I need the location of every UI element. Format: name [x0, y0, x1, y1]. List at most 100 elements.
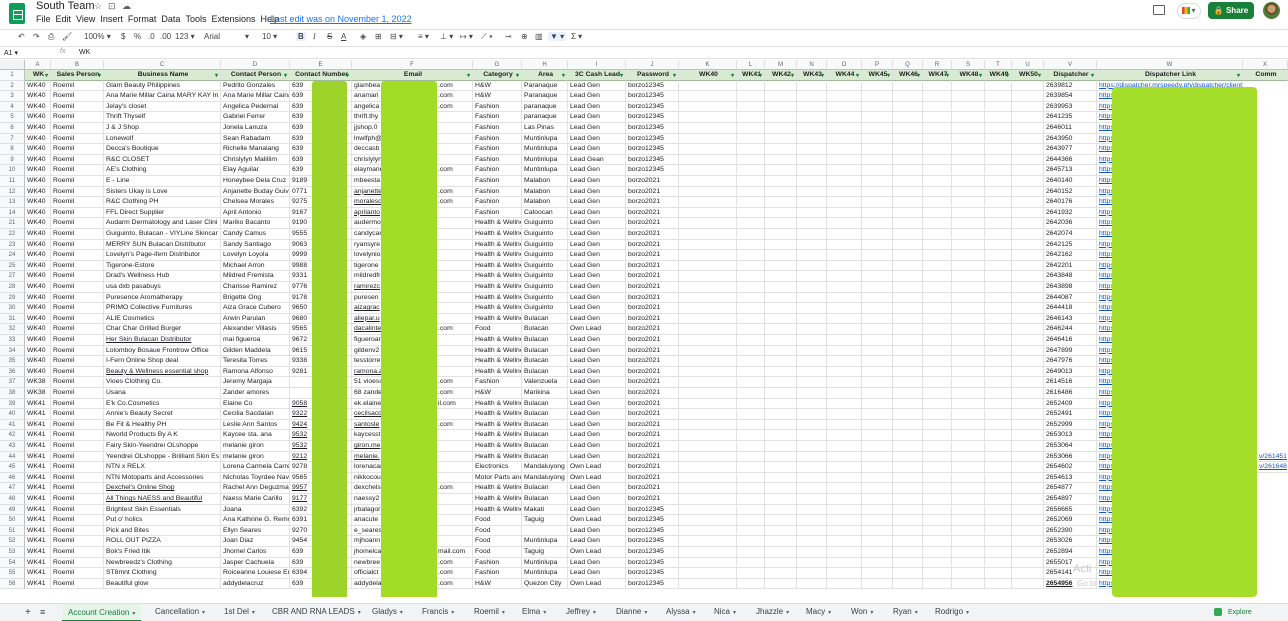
empty-cell[interactable] — [985, 197, 1012, 208]
empty-cell[interactable] — [893, 176, 923, 187]
cell-pw[interactable]: borzo12345 — [626, 525, 679, 537]
cell-sp[interactable]: Roemil — [51, 292, 104, 304]
empty-cell[interactable] — [797, 483, 827, 494]
empty-cell[interactable] — [985, 568, 1012, 579]
empty-cell[interactable] — [1012, 207, 1044, 219]
empty-cell[interactable] — [827, 398, 862, 410]
cell-cat[interactable]: Health & Wellne — [473, 271, 522, 282]
empty-cell[interactable] — [923, 388, 952, 399]
cell-pw[interactable]: borzo12345 — [626, 133, 679, 145]
empty-cell[interactable] — [1012, 335, 1044, 346]
cell-cp[interactable]: Jonela Lanuza — [221, 123, 290, 134]
empty-cell[interactable] — [765, 335, 797, 346]
header-cell[interactable]: WK42 ▾ — [765, 70, 797, 81]
empty-cell[interactable] — [923, 409, 952, 420]
column-header-u[interactable]: U — [1012, 60, 1044, 70]
text-wrap-icon[interactable]: ↦ ▾ — [460, 32, 473, 41]
empty-cell[interactable] — [765, 80, 797, 92]
empty-cell[interactable] — [1012, 260, 1044, 272]
cell-lead[interactable]: Lead Gen — [568, 419, 626, 431]
cell-cp[interactable]: addydelacruz — [221, 578, 290, 590]
cell-wk[interactable]: WK40 — [25, 356, 51, 367]
column-header-w[interactable]: W — [1097, 60, 1243, 70]
empty-cell[interactable] — [765, 282, 797, 293]
insert-link-icon[interactable]: ⊸ — [505, 32, 512, 41]
empty-cell[interactable] — [827, 154, 862, 166]
cell-cp[interactable]: Lorena Carmela Carreon — [221, 462, 290, 473]
cell-cat[interactable]: Fashion — [473, 186, 522, 198]
cell-cp[interactable]: Kaycee sta. ana — [221, 430, 290, 441]
increase-decimal-button[interactable]: .00 — [160, 32, 171, 41]
empty-cell[interactable] — [862, 292, 893, 304]
comment-link[interactable]: v/261451 — [1257, 452, 1288, 463]
cell-area[interactable]: Taguig — [522, 515, 568, 526]
empty-cell[interactable] — [797, 536, 827, 547]
empty-cell[interactable] — [679, 218, 737, 229]
column-header-l[interactable]: L — [737, 60, 765, 70]
empty-cell[interactable] — [827, 133, 862, 145]
cell-pw[interactable]: borzo12345 — [626, 536, 679, 547]
cell-lead[interactable]: Lead Gen — [568, 430, 626, 441]
empty-cell[interactable] — [985, 271, 1012, 282]
cell-cat[interactable]: Health & Wellne — [473, 366, 522, 378]
empty-cell[interactable] — [1012, 515, 1044, 526]
empty-cell[interactable] — [737, 123, 765, 134]
empty-cell[interactable] — [923, 525, 952, 537]
column-header-v[interactable]: V — [1044, 60, 1097, 70]
cell-lead[interactable]: Lead Gen — [568, 144, 626, 155]
filter-icon[interactable]: ▾ — [562, 71, 565, 80]
cell-disp[interactable]: 2644418 — [1044, 303, 1097, 314]
empty-cell[interactable] — [827, 441, 862, 452]
row-number[interactable]: 28 — [0, 282, 25, 293]
empty-cell[interactable] — [893, 207, 923, 219]
empty-cell[interactable] — [1012, 239, 1044, 251]
cell-biz[interactable]: Jelay's closet — [104, 101, 221, 113]
cell-sp[interactable]: Roemil — [51, 472, 104, 484]
cell-cp[interactable]: Elaine Co — [221, 398, 290, 410]
cell-biz[interactable]: Beautiful glow — [104, 578, 221, 590]
cell-disp[interactable]: 2639812 — [1044, 80, 1097, 92]
cell-cp[interactable]: Jhomel Carlos — [221, 547, 290, 558]
empty-cell[interactable] — [952, 409, 985, 420]
chevron-down-icon[interactable]: ▾ — [693, 610, 696, 616]
cell-sp[interactable]: Roemil — [51, 80, 104, 92]
empty-cell[interactable] — [893, 80, 923, 92]
cell-cp[interactable]: Ramona Alfonso — [221, 366, 290, 378]
cell-cp[interactable]: Sean Rabadam — [221, 133, 290, 145]
empty-cell[interactable] — [952, 313, 985, 325]
cell-disp[interactable]: 2640176 — [1044, 197, 1097, 208]
empty-cell[interactable] — [737, 419, 765, 431]
cell-pw[interactable]: borzo2021 — [626, 313, 679, 325]
cell-disp[interactable]: 2642162 — [1044, 250, 1097, 261]
cell-pw[interactable]: borzo2021 — [626, 472, 679, 484]
empty-cell[interactable] — [737, 483, 765, 494]
empty-cell[interactable] — [827, 186, 862, 198]
empty-cell[interactable] — [985, 388, 1012, 399]
empty-cell[interactable] — [893, 154, 923, 166]
explore-button[interactable]: Explore — [1214, 608, 1252, 616]
empty-cell[interactable] — [985, 303, 1012, 314]
cell-cp[interactable]: Naess Marie Carillo — [221, 494, 290, 505]
cell-lead[interactable]: Lead Gen — [568, 218, 626, 229]
cell-pw[interactable]: borzo2021 — [626, 292, 679, 304]
row-number[interactable]: 47 — [0, 483, 25, 494]
row-number[interactable]: 12 — [0, 186, 25, 198]
cell-area[interactable]: Bulacan — [522, 419, 568, 431]
empty-cell[interactable] — [1012, 536, 1044, 547]
cell-cat[interactable]: Fashion — [473, 154, 522, 166]
cell-biz[interactable]: usa dxb pasabuys — [104, 282, 221, 293]
empty-cell[interactable] — [737, 398, 765, 410]
cell-sp[interactable]: Roemil — [51, 388, 104, 399]
empty-cell[interactable] — [679, 123, 737, 134]
cell-sp[interactable]: Roemil — [51, 250, 104, 261]
empty-cell[interactable] — [737, 303, 765, 314]
cell-area[interactable]: Guiguinto — [522, 292, 568, 304]
chevron-down-icon[interactable]: ▾ — [870, 610, 873, 616]
empty-cell[interactable] — [1012, 547, 1044, 558]
empty-cell[interactable] — [765, 123, 797, 134]
empty-cell[interactable] — [679, 366, 737, 378]
cell-sp[interactable]: Roemil — [51, 430, 104, 441]
empty-cell[interactable] — [765, 133, 797, 145]
cell-pw[interactable]: borzo12345 — [626, 165, 679, 176]
row-number[interactable]: 46 — [0, 472, 25, 484]
